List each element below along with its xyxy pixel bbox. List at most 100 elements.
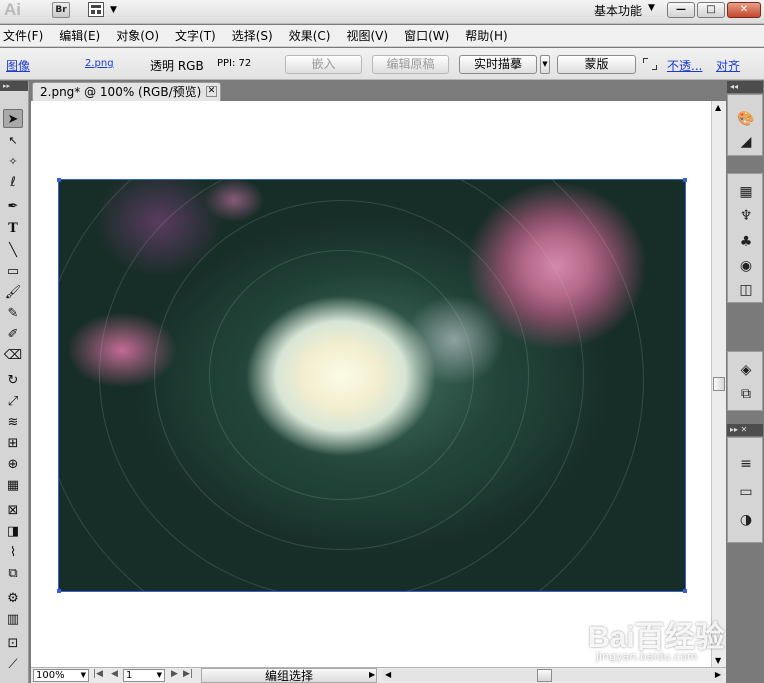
panel-group: ≡ ▭ ◑ xyxy=(727,437,763,543)
arrange-documents-icon xyxy=(88,2,104,17)
edit-original-button[interactable]: 编辑原稿 xyxy=(372,55,449,74)
panel-dock-header[interactable]: ▸▸ ✕ xyxy=(727,424,763,436)
free-transform-tool-icon[interactable]: ⊞ xyxy=(3,434,23,453)
gradient-panel-icon[interactable]: ▭ xyxy=(735,482,757,502)
pencil-tool-icon[interactable]: ✎ xyxy=(3,304,23,323)
chevron-down-icon[interactable]: ▼ xyxy=(648,3,655,13)
panel-grip[interactable]: ▸▸ xyxy=(0,81,28,91)
pen-tool-icon[interactable]: ✒ xyxy=(3,197,23,216)
perspective-grid-tool-icon[interactable]: ▦ xyxy=(3,476,23,495)
type-tool-icon[interactable]: T xyxy=(3,219,23,238)
align-link[interactable]: 对齐 xyxy=(716,57,740,74)
status-menu-arrow-icon[interactable]: ▶ xyxy=(369,670,375,679)
layers-icon[interactable]: ◈ xyxy=(735,360,757,380)
menu-file[interactable]: 文件(F) xyxy=(3,27,43,44)
warp-tool-icon[interactable]: ≋ xyxy=(3,413,23,432)
bridge-button[interactable]: Br xyxy=(52,2,70,18)
menu-type[interactable]: 文字(T) xyxy=(175,27,216,44)
first-artboard-icon[interactable]: |◀ xyxy=(93,669,103,679)
bounding-box-handle[interactable] xyxy=(57,589,61,593)
mesh-tool-icon[interactable]: ⊠ xyxy=(3,501,23,520)
rectangle-tool-icon[interactable]: ▭ xyxy=(3,262,23,281)
expand-icon[interactable] xyxy=(643,58,657,70)
scrollbar-thumb[interactable] xyxy=(537,669,552,682)
illustrator-logo: Ai xyxy=(4,0,21,19)
paintbrush-tool-icon[interactable]: 🖌 xyxy=(3,283,23,302)
blend-tool-icon[interactable]: ⧉ xyxy=(3,564,23,583)
color-palette-icon[interactable]: 🎨 xyxy=(735,109,757,129)
status-tool-display[interactable]: 编组选择 xyxy=(201,668,377,683)
filename-link[interactable]: 2.png xyxy=(85,58,114,69)
blob-brush-tool-icon[interactable]: ✐ xyxy=(3,325,23,344)
lasso-tool-icon[interactable]: ℓ xyxy=(3,173,23,192)
bounding-box-handle[interactable] xyxy=(57,178,61,182)
zoom-value: 100% xyxy=(36,670,65,681)
chevron-down-icon: ▼ xyxy=(156,671,162,679)
artboard-number-select[interactable]: 1 ▼ xyxy=(123,669,165,682)
watermark-url: jingyan.baidu.com xyxy=(596,650,698,663)
menu-window[interactable]: 窗口(W) xyxy=(404,27,449,44)
maximize-button[interactable]: □ xyxy=(697,2,725,18)
menu-select[interactable]: 选择(S) xyxy=(232,27,273,44)
scale-tool-icon[interactable]: ⤢ xyxy=(3,392,23,411)
last-artboard-icon[interactable]: ▶| xyxy=(183,669,193,679)
vertical-scrollbar[interactable]: ▲ ▼ xyxy=(711,101,726,667)
artboard-tool-icon[interactable]: ⊡ xyxy=(3,634,23,653)
document-tab[interactable]: 2.png* @ 100% (RGB/预览) ✕ xyxy=(32,82,221,101)
opacity-link[interactable]: 不透... xyxy=(667,57,702,74)
panel-dock-header[interactable]: ◂◂ xyxy=(727,81,763,93)
symbol-sprayer-tool-icon[interactable]: ⚙ xyxy=(3,589,23,608)
rotate-tool-icon[interactable]: ↻ xyxy=(3,371,23,390)
chevron-down-icon: ▼ xyxy=(110,5,117,15)
previous-artboard-icon[interactable]: ◀ xyxy=(111,669,118,679)
gradient-tool-icon[interactable]: ◨ xyxy=(3,522,23,541)
live-trace-button[interactable]: 实时描摹 xyxy=(459,55,537,74)
align-panel-icon[interactable]: ≡ xyxy=(735,454,757,474)
shape-builder-tool-icon[interactable]: ⊕ xyxy=(3,455,23,474)
menu-help[interactable]: 帮助(H) xyxy=(465,27,507,44)
scroll-left-icon[interactable]: ◀ xyxy=(385,670,391,679)
artboard-canvas[interactable] xyxy=(31,101,711,667)
document-tab-bar: 2.png* @ 100% (RGB/预览) ✕ xyxy=(29,81,726,101)
minimize-button[interactable]: — xyxy=(667,2,695,18)
scrollbar-thumb[interactable] xyxy=(713,377,725,391)
mask-button[interactable]: 蒙版 xyxy=(557,55,636,74)
brushes-icon[interactable]: ♆ xyxy=(735,206,757,226)
menu-view[interactable]: 视图(V) xyxy=(346,27,388,44)
arrange-documents-button[interactable]: ▼ xyxy=(88,2,118,18)
eyedropper-tool-icon[interactable]: ⌇ xyxy=(3,543,23,562)
bounding-box-handle[interactable] xyxy=(683,178,687,182)
close-tab-icon[interactable]: ✕ xyxy=(206,86,217,97)
pathfinder-icon[interactable]: ◑ xyxy=(735,510,757,530)
artboards-icon[interactable]: ⧉ xyxy=(735,384,757,404)
eraser-tool-icon[interactable]: ⌫ xyxy=(3,346,23,365)
symbols-icon[interactable]: ♣ xyxy=(735,232,757,252)
column-graph-tool-icon[interactable]: ▥ xyxy=(3,610,23,629)
panel-group: ◈ ⧉ xyxy=(727,351,763,411)
bounding-box-handle[interactable] xyxy=(683,589,687,593)
transparency-icon[interactable]: ◫ xyxy=(735,280,757,300)
line-tool-icon[interactable]: ╲ xyxy=(3,241,23,260)
direct-selection-tool-icon[interactable]: ↖ xyxy=(3,131,23,150)
menu-edit[interactable]: 编辑(E) xyxy=(59,27,100,44)
watermark: Bai百经验 jingyan.baidu.com xyxy=(588,612,728,672)
workspace-switcher[interactable]: 基本功能 xyxy=(594,2,642,19)
placed-image[interactable] xyxy=(58,179,686,592)
scroll-up-icon[interactable]: ▲ xyxy=(715,103,721,112)
magic-wand-tool-icon[interactable]: ✧ xyxy=(3,152,23,171)
panel-group: 🎨 ◢ xyxy=(727,94,763,156)
color-mode-label: 透明 RGB xyxy=(150,59,204,73)
swatches-icon[interactable]: ▦ xyxy=(735,182,757,202)
menu-effect[interactable]: 效果(C) xyxy=(289,27,331,44)
image-type-link[interactable]: 图像 xyxy=(6,57,30,74)
next-artboard-icon[interactable]: ▶ xyxy=(171,669,178,679)
stroke-icon[interactable]: ◉ xyxy=(735,256,757,276)
slice-tool-icon[interactable]: ⟋ xyxy=(3,655,23,674)
embed-button[interactable]: 嵌入 xyxy=(285,55,362,74)
tracing-presets-dropdown[interactable]: ▼ xyxy=(540,55,550,74)
close-button[interactable]: ✕ xyxy=(727,2,761,18)
color-guide-icon[interactable]: ◢ xyxy=(735,132,757,152)
zoom-select[interactable]: 100% ▼ xyxy=(33,669,89,682)
menu-object[interactable]: 对象(O) xyxy=(116,27,159,44)
selection-tool-icon[interactable]: ➤ xyxy=(3,109,23,128)
